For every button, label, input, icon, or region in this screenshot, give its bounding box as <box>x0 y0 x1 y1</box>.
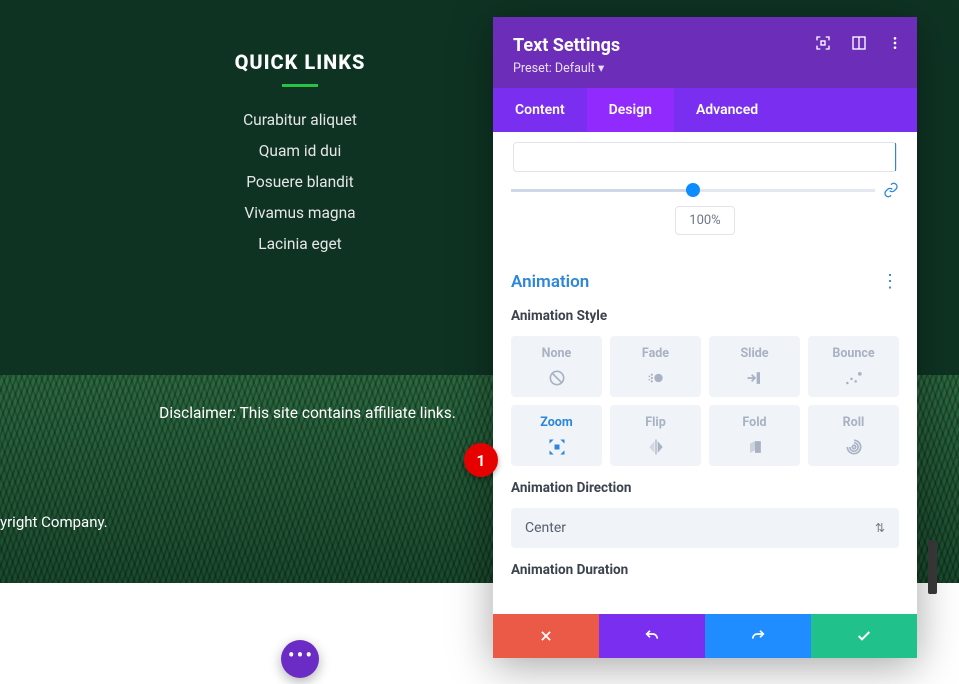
columns-icon[interactable] <box>851 35 867 51</box>
select-value: Center <box>525 520 566 536</box>
copyright-text: yright Company. <box>0 513 108 531</box>
zoom-icon <box>515 436 598 458</box>
tab-design[interactable]: Design <box>587 88 674 132</box>
bounce-icon <box>812 367 895 389</box>
style-label: Bounce <box>812 346 895 361</box>
page-scrollbar[interactable] <box>928 540 937 594</box>
preset-dropdown[interactable]: Preset: Default ▾ <box>513 60 897 76</box>
width-slider-row <box>511 182 899 198</box>
style-label: Flip <box>614 415 697 430</box>
undo-button[interactable] <box>599 614 705 658</box>
confirm-button[interactable] <box>811 614 917 658</box>
check-icon <box>856 628 872 644</box>
width-value[interactable]: 100% <box>675 206 735 235</box>
fade-icon <box>614 367 697 389</box>
tab-content[interactable]: Content <box>493 88 587 132</box>
style-zoom[interactable]: Zoom <box>511 405 602 466</box>
width-slider[interactable] <box>511 189 875 192</box>
style-label: None <box>515 346 598 361</box>
style-fade[interactable]: Fade <box>610 336 701 397</box>
undo-icon <box>644 628 660 644</box>
redo-icon <box>750 628 766 644</box>
expand-icon[interactable] <box>815 35 831 51</box>
cancel-button[interactable] <box>493 614 599 658</box>
more-icon[interactable] <box>887 35 903 51</box>
slider-thumb[interactable] <box>686 183 700 197</box>
style-label: Fold <box>713 415 796 430</box>
tab-advanced[interactable]: Advanced <box>674 88 780 132</box>
redo-button[interactable] <box>705 614 811 658</box>
panel-footer <box>493 614 917 658</box>
style-none[interactable]: None <box>511 336 602 397</box>
label-animation-direction: Animation Direction <box>511 480 899 496</box>
panel-tabs: Content Design Advanced <box>493 88 917 132</box>
flip-icon <box>614 436 697 458</box>
fold-icon <box>713 436 796 458</box>
style-roll[interactable]: Roll <box>808 405 899 466</box>
style-bounce[interactable]: Bounce <box>808 336 899 397</box>
animation-style-grid: None Fade Slide Bounce Zoom Flip <box>511 336 899 466</box>
label-animation-style: Animation Style <box>511 308 899 324</box>
roll-icon <box>812 436 895 458</box>
link-values-icon[interactable] <box>883 182 899 198</box>
style-label: Slide <box>713 346 796 361</box>
section-animation-header[interactable]: Animation ⋮ <box>511 271 899 292</box>
close-icon <box>539 629 553 643</box>
style-slide[interactable]: Slide <box>709 336 800 397</box>
style-label: Fade <box>614 346 697 361</box>
label-animation-duration: Animation Duration <box>511 562 899 578</box>
dots-icon: ••• <box>288 643 314 667</box>
annotation-badge-1: 1 <box>464 443 498 477</box>
fab-more-button[interactable]: ••• <box>281 640 319 678</box>
style-label: Roll <box>812 415 895 430</box>
animation-direction-select[interactable]: Center ⇅ <box>511 508 899 548</box>
slide-icon <box>713 367 796 389</box>
panel-header[interactable]: Text Settings Preset: Default ▾ <box>493 17 917 88</box>
text-settings-panel: Text Settings Preset: Default ▾ Content … <box>493 17 917 658</box>
chevron-updown-icon: ⇅ <box>875 521 885 535</box>
section-animation-title: Animation <box>511 272 589 292</box>
sizing-preview-box <box>513 142 897 172</box>
title-underline <box>282 84 318 87</box>
panel-body: 100% Animation ⋮ Animation Style None Fa… <box>493 132 917 614</box>
section-menu-icon[interactable]: ⋮ <box>881 271 899 292</box>
style-label: Zoom <box>515 415 598 430</box>
style-flip[interactable]: Flip <box>610 405 701 466</box>
style-fold[interactable]: Fold <box>709 405 800 466</box>
none-icon <box>515 367 598 389</box>
